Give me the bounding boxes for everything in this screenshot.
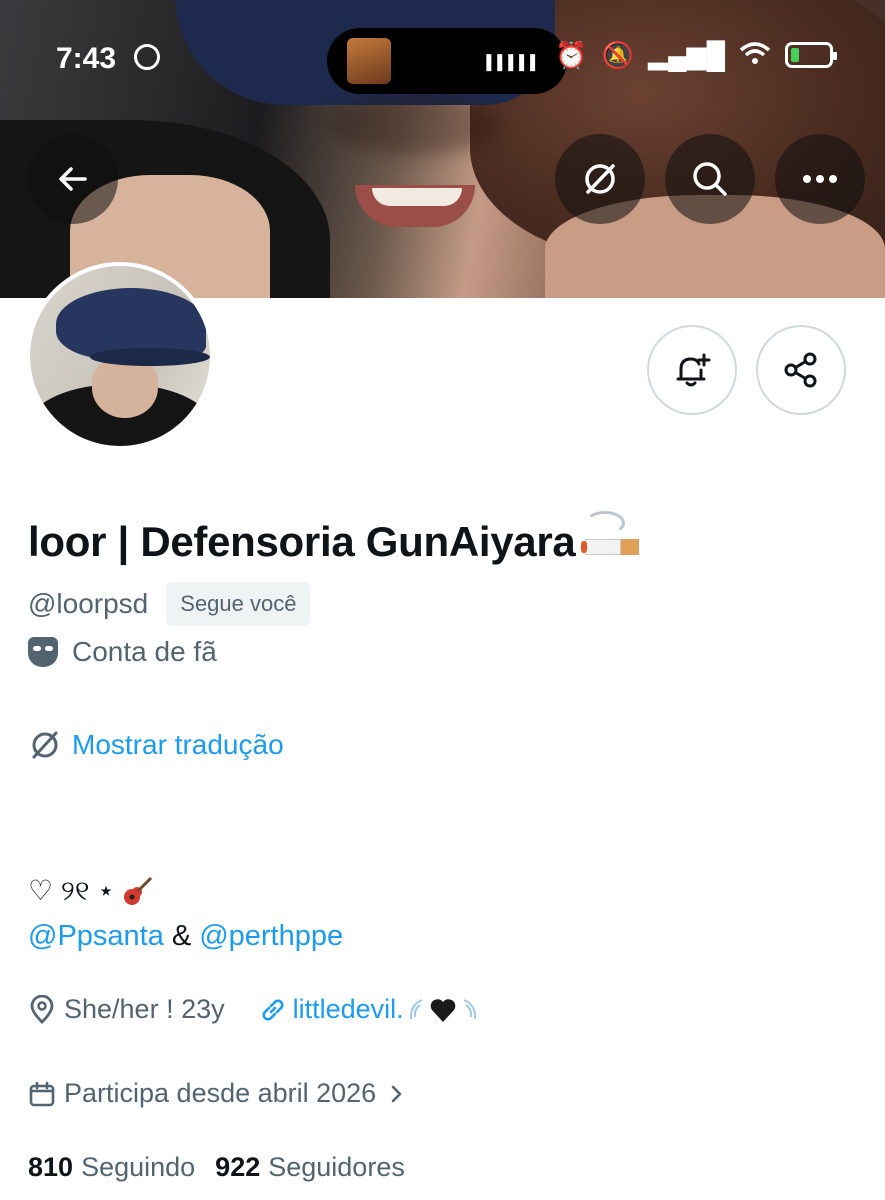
translate-button[interactable] — [555, 134, 645, 224]
bio-text: ♡ ୨୧ ⋆ — [28, 875, 115, 906]
alarm-icon: ⏰ — [555, 40, 588, 70]
back-arrow-icon — [59, 167, 87, 191]
battery-icon — [785, 42, 837, 68]
share-icon — [784, 352, 817, 388]
dynamic-island[interactable]: ▌▌▌▌▌ — [327, 28, 567, 94]
joined-text: Participa desde abril 2026 — [64, 1078, 377, 1108]
translate-icon — [32, 731, 58, 759]
meta-row: She/her ! 23y littledevil. — [28, 994, 478, 1025]
follow-counts: 810 Seguindo 922 Seguidores — [28, 1152, 405, 1183]
calendar-icon — [29, 1081, 55, 1106]
status-bar: 7:43 ▌▌▌▌▌ ⏰ 🔕 ▂▄▆█ — [0, 28, 885, 94]
avatar-image — [30, 266, 210, 446]
avatar[interactable] — [26, 262, 214, 450]
profile-name-row: loor | Defensoria GunAiyara — [28, 511, 640, 566]
location-icon — [30, 994, 54, 1024]
website-link[interactable]: littledevil. — [259, 994, 478, 1025]
banner-teeth — [372, 188, 462, 206]
black-heart-icon — [430, 998, 455, 1022]
notify-button[interactable] — [647, 325, 737, 415]
banner-shadow — [330, 95, 500, 155]
whatsapp-icon — [134, 44, 160, 70]
joined-row[interactable]: Participa desde abril 2026 — [28, 1078, 408, 1109]
bio-mentions: @Ppsanta & @perthppe — [28, 920, 343, 953]
search-button[interactable] — [665, 134, 755, 224]
location-text: She/her ! 23y — [64, 994, 225, 1024]
audio-bars-icon: ▌▌▌▌▌ — [486, 54, 541, 70]
more-icon — [803, 175, 837, 183]
bio-line1: ♡ ୨୧ ⋆ — [28, 874, 155, 908]
chevron-right-icon — [391, 1085, 402, 1102]
back-button[interactable] — [28, 134, 118, 224]
translate-icon — [585, 164, 615, 194]
wing-right-icon — [463, 998, 476, 1019]
avatar-face — [92, 358, 158, 418]
more-button[interactable] — [775, 134, 865, 224]
following-stat[interactable]: 810 Seguindo — [28, 1152, 195, 1183]
link-icon — [262, 998, 284, 1021]
following-count: 810 — [28, 1152, 74, 1182]
category-label: Conta de fã — [72, 636, 217, 667]
translate-label[interactable]: Mostrar tradução — [72, 729, 284, 761]
follows-you-badge: Segue você — [166, 582, 311, 626]
username-handle: @loorpsd — [28, 588, 149, 619]
mention-link[interactable]: @Ppsanta — [28, 920, 164, 953]
wing-left-icon — [409, 998, 423, 1019]
website-label: littledevil. — [292, 994, 404, 1024]
category-row: Conta de fã — [28, 636, 217, 668]
status-time: 7:43 — [56, 42, 117, 75]
bell-plus-icon — [676, 353, 711, 387]
wifi-icon — [739, 40, 771, 75]
followers-stat[interactable]: 922 Seguidores — [215, 1152, 405, 1183]
amp-text: & — [171, 920, 192, 952]
display-name: loor | Defensoria GunAiyara — [28, 518, 576, 565]
mention-link[interactable]: @perthppe — [199, 920, 343, 953]
avatar-brim — [90, 348, 210, 366]
album-art-icon — [347, 38, 391, 84]
guitar-icon — [123, 876, 152, 905]
mute-icon: 🔕 — [601, 40, 635, 70]
status-icons: ⏰ 🔕 ▂▄▆█ — [555, 40, 837, 75]
share-button[interactable] — [756, 325, 846, 415]
website-text[interactable]: littledevil. — [293, 994, 478, 1025]
following-label: Seguindo — [81, 1152, 196, 1182]
show-translation-link[interactable]: Mostrar tradução — [28, 728, 284, 762]
search-icon — [693, 162, 727, 196]
handle-row: @loorpsd Segue você — [28, 582, 311, 626]
followers-count: 922 — [215, 1152, 261, 1182]
signal-icon: ▂▄▆█ — [648, 40, 725, 70]
mask-icon — [28, 637, 58, 667]
cigarette-emoji — [581, 511, 640, 555]
followers-label: Seguidores — [268, 1152, 405, 1182]
